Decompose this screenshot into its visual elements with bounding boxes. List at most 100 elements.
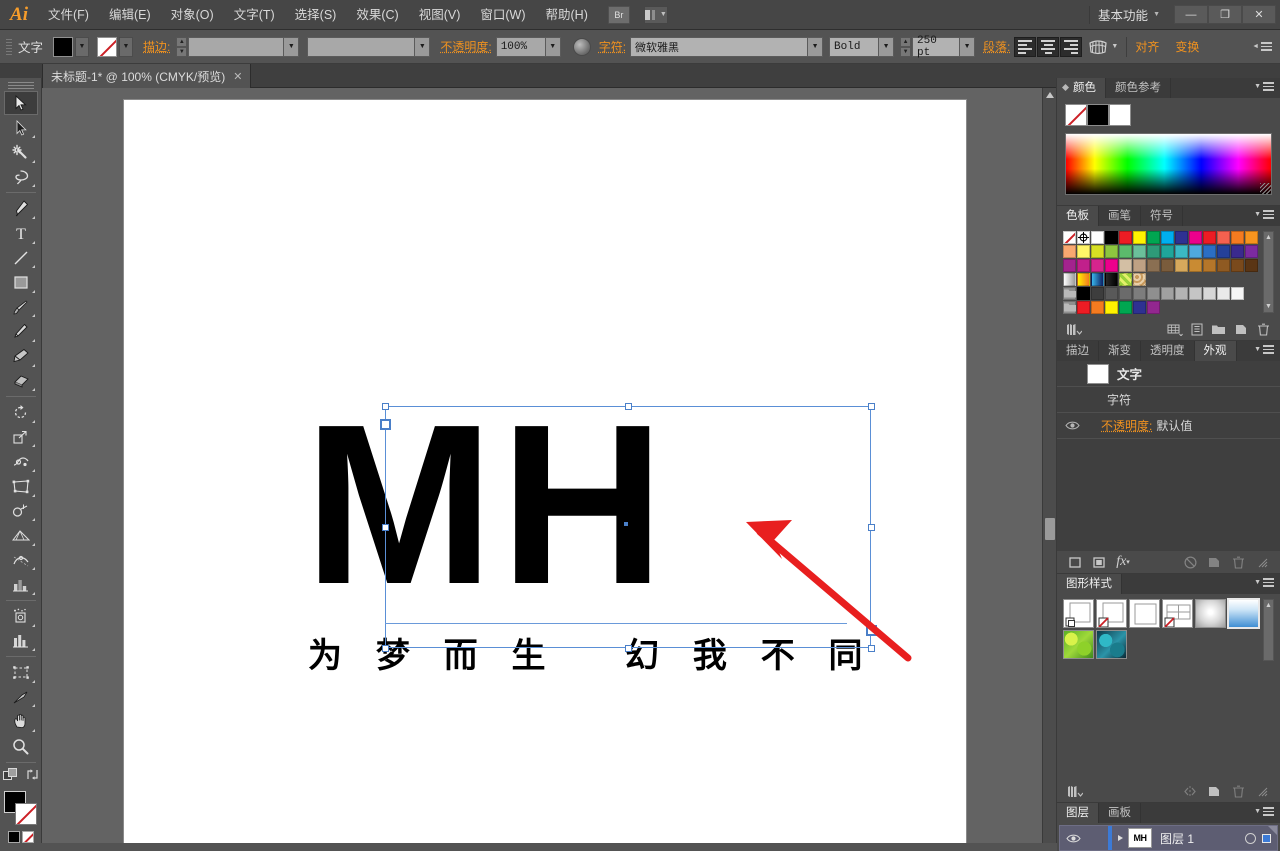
arrange-documents-icon[interactable]: ▼	[644, 6, 668, 24]
font-size-input[interactable]: 250 pt	[912, 37, 960, 57]
canvas-vertical-scrollbar[interactable]	[1042, 88, 1056, 843]
swatch-color[interactable]	[1203, 231, 1216, 244]
swatch-color[interactable]	[1231, 245, 1244, 258]
align-center-icon[interactable]	[1037, 37, 1059, 57]
fill-stroke-indicator[interactable]	[2, 791, 40, 830]
swatch-options-icon[interactable]	[1186, 320, 1208, 338]
chevron-down-icon[interactable]: ▼	[1153, 11, 1160, 18]
eye-icon[interactable]	[1060, 833, 1086, 844]
swatch-color[interactable]	[1231, 259, 1244, 272]
swatch-color[interactable]	[1245, 231, 1258, 244]
clear-appearance-icon[interactable]	[1178, 553, 1202, 571]
stroke-color-swatch[interactable]	[97, 37, 117, 57]
eye-icon[interactable]	[1061, 420, 1083, 431]
paintbrush-tool[interactable]	[4, 295, 38, 320]
swatch-color[interactable]	[1161, 287, 1174, 300]
swatch-color[interactable]	[1133, 287, 1146, 300]
chevron-down-icon[interactable]: ▼	[1111, 43, 1118, 50]
swatch-color[interactable]	[1189, 245, 1202, 258]
swatch-color[interactable]	[1203, 245, 1216, 258]
swatch-color[interactable]	[1189, 259, 1202, 272]
swatch-color-group[interactable]	[1063, 287, 1076, 300]
column-graph-tool[interactable]	[4, 572, 38, 597]
swatch-color[interactable]	[1147, 287, 1160, 300]
layer-row[interactable]: MH 图层 1	[1059, 825, 1278, 851]
swatch-color[interactable]	[1119, 245, 1132, 258]
scale-tool[interactable]	[4, 425, 38, 450]
rectangle-tool[interactable]	[4, 270, 38, 295]
delete-swatch-icon[interactable]	[1252, 320, 1274, 338]
appearance-row-opacity[interactable]: 不透明度: 默认值	[1057, 413, 1280, 439]
menu-object[interactable]: 对象(O)	[161, 0, 224, 30]
stroke-weight-label[interactable]: 描边:	[143, 38, 170, 55]
magic-wand-tool[interactable]	[4, 140, 38, 165]
free-transform-tool[interactable]	[4, 474, 38, 499]
swatch-color[interactable]	[1063, 245, 1076, 258]
swatch-color[interactable]	[1161, 259, 1174, 272]
swatch-color[interactable]	[1175, 245, 1188, 258]
tab-color[interactable]: 颜色	[1057, 78, 1106, 98]
fill-dropdown-icon[interactable]: ▼	[75, 37, 89, 57]
type-tool[interactable]: T	[4, 221, 38, 246]
swatch-color[interactable]	[1133, 301, 1146, 314]
scroll-up-icon[interactable]	[1043, 88, 1056, 102]
font-size-stepper[interactable]: ▲ ▼	[900, 37, 911, 57]
swatches-scrollbar[interactable]: ▲ ▼	[1263, 231, 1274, 313]
selection-handle-anchor-tl[interactable]	[381, 420, 390, 429]
line-segment-tool[interactable]	[4, 246, 38, 271]
control-bar-menu-icon[interactable]: ◄	[1252, 42, 1272, 51]
swatch-color[interactable]	[1105, 245, 1118, 258]
opacity-input[interactable]: 100%	[496, 37, 546, 57]
recolor-artwork-icon[interactable]	[573, 38, 591, 56]
default-fill-stroke-icon[interactable]	[3, 768, 18, 785]
swatch-color[interactable]	[1105, 231, 1118, 244]
style-no-fill-shadow[interactable]	[1096, 599, 1127, 628]
style-plain-white[interactable]	[1129, 599, 1160, 628]
swatch-color[interactable]	[1091, 287, 1104, 300]
swatch-color[interactable]	[1119, 287, 1132, 300]
tab-appearance[interactable]: 外观	[1195, 341, 1237, 361]
direct-selection-tool[interactable]	[4, 115, 38, 140]
swatch-color[interactable]	[1119, 301, 1132, 314]
scrollbar-thumb[interactable]	[1045, 518, 1055, 540]
perspective-grid-tool[interactable]	[4, 523, 38, 548]
align-left-icon[interactable]	[1014, 37, 1036, 57]
selection-handle-bc[interactable]	[625, 645, 632, 652]
graphic-styles-panel-menu-icon[interactable]: ▼	[1254, 578, 1274, 587]
tab-color-guide[interactable]: 颜色参考	[1106, 78, 1171, 98]
menu-window[interactable]: 窗口(W)	[470, 0, 535, 30]
swatch-color-group[interactable]	[1063, 301, 1076, 314]
menu-type[interactable]: 文字(T)	[224, 0, 285, 30]
swatch-color[interactable]	[1119, 259, 1132, 272]
tab-symbols[interactable]: 符号	[1141, 206, 1183, 226]
new-color-group-icon[interactable]	[1208, 320, 1230, 338]
character-label[interactable]: 字符:	[599, 38, 626, 55]
style-libraries-icon[interactable]	[1063, 782, 1087, 800]
eraser-tool[interactable]	[4, 369, 38, 394]
menu-file[interactable]: 文件(F)	[38, 0, 99, 30]
document-tab[interactable]: 未标题-1* @ 100% (CMYK/预览) ✕	[42, 64, 251, 88]
selection-handle-mr[interactable]	[868, 524, 875, 531]
show-swatch-kinds-icon[interactable]	[1164, 320, 1186, 338]
swatch-color[interactable]	[1063, 259, 1076, 272]
bridge-icon[interactable]: Br	[608, 6, 630, 24]
scroll-up-icon[interactable]: ▲	[1264, 232, 1273, 243]
swatch-color[interactable]	[1217, 259, 1230, 272]
tab-gradient[interactable]: 渐变	[1099, 341, 1141, 361]
appearance-row-type[interactable]: 文字	[1057, 361, 1280, 387]
align-panel-link[interactable]: 对齐	[1135, 38, 1159, 55]
swatch-color[interactable]	[1105, 287, 1118, 300]
color-spectrum-ramp[interactable]	[1065, 133, 1272, 195]
menu-edit[interactable]: 编辑(E)	[99, 0, 161, 30]
swatch-color[interactable]	[1175, 287, 1188, 300]
stroke-profile-dropdown-icon[interactable]: ▼	[415, 37, 430, 57]
width-tool[interactable]	[4, 449, 38, 474]
tab-swatches[interactable]: 色板	[1057, 206, 1099, 226]
color-swatch-none[interactable]	[1065, 104, 1087, 126]
swatch-pattern-sand[interactable]	[1133, 273, 1146, 286]
symbol-sprayer-tool[interactable]	[4, 604, 38, 629]
opacity-dropdown-icon[interactable]: ▼	[546, 37, 561, 57]
swatch-color[interactable]	[1245, 259, 1258, 272]
add-new-stroke-icon[interactable]	[1063, 553, 1087, 571]
slice-tool[interactable]	[4, 685, 38, 710]
